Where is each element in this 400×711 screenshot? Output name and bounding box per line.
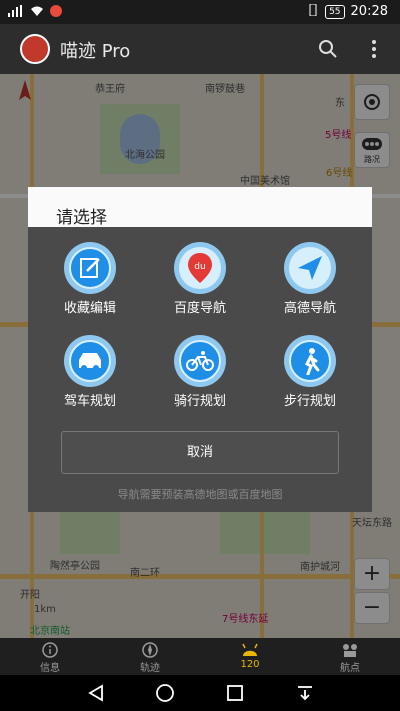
- option-label: 百度导航: [173, 301, 226, 316]
- cancel-button[interactable]: 取消: [61, 431, 339, 474]
- wifi-icon: [30, 5, 44, 20]
- edit-icon: [69, 247, 111, 289]
- status-bar: 55 20:28: [0, 0, 400, 24]
- more-menu-icon[interactable]: [366, 37, 382, 61]
- battery-indicator: 55: [325, 4, 345, 19]
- back-icon[interactable]: [86, 683, 106, 703]
- home-icon[interactable]: [155, 683, 175, 703]
- app-bar: 喵迹 Pro: [0, 24, 400, 74]
- tab-info[interactable]: 信息: [0, 638, 100, 675]
- app-notification-icon: [50, 5, 62, 20]
- android-icon: [200, 641, 300, 659]
- tab-label: 120: [240, 659, 260, 670]
- option-label: 骑行规划: [173, 394, 226, 409]
- tab-label: 航点: [340, 663, 360, 674]
- app-title: 喵迹 Pro: [60, 41, 131, 62]
- cycling-plan-option[interactable]: 骑行规划: [150, 335, 250, 415]
- car-icon: [69, 340, 111, 382]
- search-icon[interactable]: [316, 37, 340, 61]
- svg-text:du: du: [194, 262, 205, 272]
- recents-icon[interactable]: [225, 683, 245, 703]
- system-nav-bar: [0, 675, 400, 711]
- amap-navigation-icon: [289, 247, 331, 289]
- walking-icon: [289, 340, 331, 382]
- app-logo: [20, 34, 50, 64]
- bicycle-icon: [179, 340, 221, 382]
- tab-label: 信息: [40, 663, 60, 674]
- option-label: 驾车规划: [63, 394, 116, 409]
- driving-plan-option[interactable]: 驾车规划: [40, 335, 140, 415]
- option-label: 收藏编辑: [63, 301, 116, 316]
- clock: 20:28: [350, 4, 388, 19]
- notification-pull-icon[interactable]: [295, 683, 315, 703]
- dialog-hint: 导航需要预装高德地图或百度地图: [117, 488, 283, 501]
- compass-icon: [100, 641, 200, 659]
- signal-icon: [8, 5, 24, 20]
- dialog-title: 请选择: [56, 208, 107, 228]
- tab-track[interactable]: 轨迹: [100, 638, 200, 675]
- baidu-map-icon: du: [179, 247, 221, 289]
- baidu-navigation-option[interactable]: du 百度导航: [150, 242, 250, 322]
- tab-waypoints[interactable]: 航点: [300, 638, 400, 675]
- waypoint-icon: [300, 641, 400, 659]
- choose-dialog: 请选择 收藏编辑 du 百度导航 高德导航 驾车规划 骑行规划 步行规划 取消 …: [28, 187, 372, 512]
- amap-navigation-option[interactable]: 高德导航: [260, 242, 360, 322]
- option-label: 步行规划: [283, 394, 336, 409]
- tab-label: 轨迹: [140, 663, 160, 674]
- walking-plan-option[interactable]: 步行规划: [260, 335, 360, 415]
- info-icon: [0, 641, 100, 659]
- tab-count[interactable]: 120: [200, 638, 300, 675]
- option-label: 高德导航: [283, 301, 336, 316]
- favorite-edit-option[interactable]: 收藏编辑: [40, 242, 140, 322]
- dialog-header: 请选择: [28, 187, 372, 228]
- vibrate-icon: [307, 3, 319, 19]
- bottom-tab-bar: 信息 轨迹 120 航点: [0, 638, 400, 675]
